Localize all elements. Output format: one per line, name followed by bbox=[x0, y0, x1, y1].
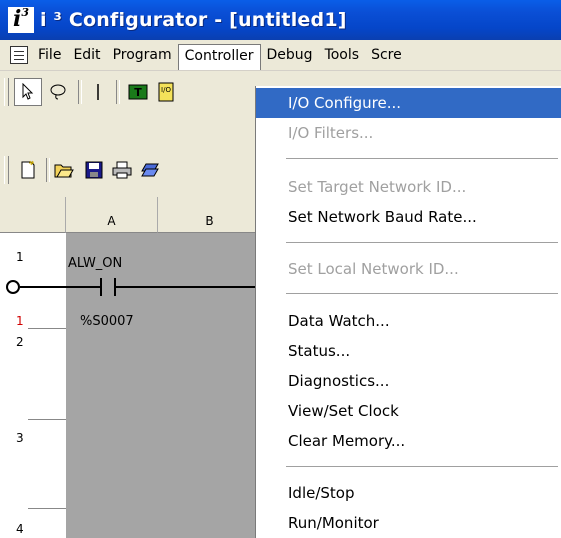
menu-separator bbox=[286, 158, 558, 159]
row-tick bbox=[28, 328, 66, 329]
save-icon[interactable] bbox=[80, 156, 108, 184]
row-number: 3 bbox=[16, 431, 24, 445]
column-header-b[interactable]: B bbox=[158, 197, 262, 233]
menu-bar: File Edit Program Controller Debug Tools… bbox=[0, 40, 561, 71]
contact-address: %S0007 bbox=[80, 314, 134, 329]
drawing-toolbar: T I/O bbox=[0, 72, 262, 112]
menu-item-view-set-clock[interactable]: View/Set Clock bbox=[256, 396, 561, 426]
column-header-a[interactable]: A bbox=[66, 197, 158, 233]
file-toolbar bbox=[0, 150, 262, 190]
io-icon[interactable]: I/O bbox=[152, 78, 180, 106]
menu-debug[interactable]: Debug bbox=[261, 44, 319, 66]
menu-controller[interactable]: Controller bbox=[177, 44, 261, 70]
row-number: 2 bbox=[16, 335, 24, 349]
row-header-corner bbox=[0, 197, 66, 233]
menu-tools[interactable]: Tools bbox=[319, 44, 366, 66]
title-bar[interactable]: i3 i ³ Configurator - [untitled1] bbox=[0, 0, 561, 40]
open-icon[interactable] bbox=[50, 156, 78, 184]
menu-item-data-watch[interactable]: Data Watch... bbox=[256, 306, 561, 336]
rung-wire bbox=[20, 286, 100, 288]
window-title: i ³ Configurator - [untitled1] bbox=[40, 9, 347, 31]
menu-item-io-configure[interactable]: I/O Configure... bbox=[256, 88, 561, 118]
menu-item-clear-memory[interactable]: Clear Memory... bbox=[256, 426, 561, 456]
toolbar-grip[interactable] bbox=[4, 78, 9, 106]
row-gutter: 1 1 2 3 4 bbox=[0, 233, 66, 538]
menu-item-set-local-network-id[interactable]: Set Local Network ID... bbox=[256, 254, 561, 284]
menu-file[interactable]: File bbox=[32, 44, 67, 66]
row-number: 1 bbox=[16, 314, 24, 328]
new-icon[interactable] bbox=[14, 156, 42, 184]
menu-item-status[interactable]: Status... bbox=[256, 336, 561, 366]
menu-item-diagnostics[interactable]: Diagnostics... bbox=[256, 366, 561, 396]
menu-screens[interactable]: Scre bbox=[365, 44, 408, 66]
menu-program[interactable]: Program bbox=[107, 44, 178, 66]
toolbar-spacer bbox=[0, 112, 262, 150]
ladder-editor[interactable]: A B 1 1 2 3 4 ALW_ON %S0007 bbox=[0, 197, 262, 538]
document-icon[interactable] bbox=[10, 46, 28, 64]
toolbar-separator bbox=[78, 80, 82, 104]
menu-item-idle-stop[interactable]: Idle/Stop bbox=[256, 478, 561, 508]
menu-separator bbox=[286, 466, 558, 467]
print-icon[interactable] bbox=[108, 156, 136, 184]
row-tick bbox=[28, 508, 66, 509]
menu-separator bbox=[286, 242, 558, 243]
toolbar-grip[interactable] bbox=[4, 156, 9, 184]
layers-icon[interactable] bbox=[136, 156, 164, 184]
row-tick bbox=[28, 419, 66, 420]
controller-menu: I/O Configure... I/O Filters... Set Targ… bbox=[255, 86, 561, 538]
row-number: 4 bbox=[16, 522, 24, 536]
toolbar-separator bbox=[116, 80, 120, 104]
svg-text:T: T bbox=[134, 86, 142, 99]
menu-separator bbox=[286, 293, 558, 294]
menu-item-set-network-baud-rate[interactable]: Set Network Baud Rate... bbox=[256, 202, 561, 232]
contact-name: ALW_ON bbox=[68, 256, 123, 271]
lasso-icon[interactable] bbox=[44, 78, 72, 106]
menu-edit[interactable]: Edit bbox=[67, 44, 106, 66]
rung-wire bbox=[116, 286, 262, 288]
rung-area[interactable] bbox=[66, 233, 262, 538]
svg-text:I/O: I/O bbox=[161, 86, 171, 94]
row-number: 1 bbox=[16, 250, 24, 264]
menu-item-set-target-network-id[interactable]: Set Target Network ID... bbox=[256, 172, 561, 202]
menu-item-run-monitor[interactable]: Run/Monitor bbox=[256, 508, 561, 538]
power-rail-icon bbox=[6, 280, 20, 294]
contact-symbol[interactable] bbox=[100, 278, 102, 296]
app-logo-icon: i3 bbox=[8, 7, 34, 33]
timer-icon[interactable]: T bbox=[124, 78, 152, 106]
line-icon[interactable] bbox=[84, 78, 112, 106]
pointer-icon[interactable] bbox=[14, 78, 42, 106]
menu-item-io-filters[interactable]: I/O Filters... bbox=[256, 118, 561, 148]
